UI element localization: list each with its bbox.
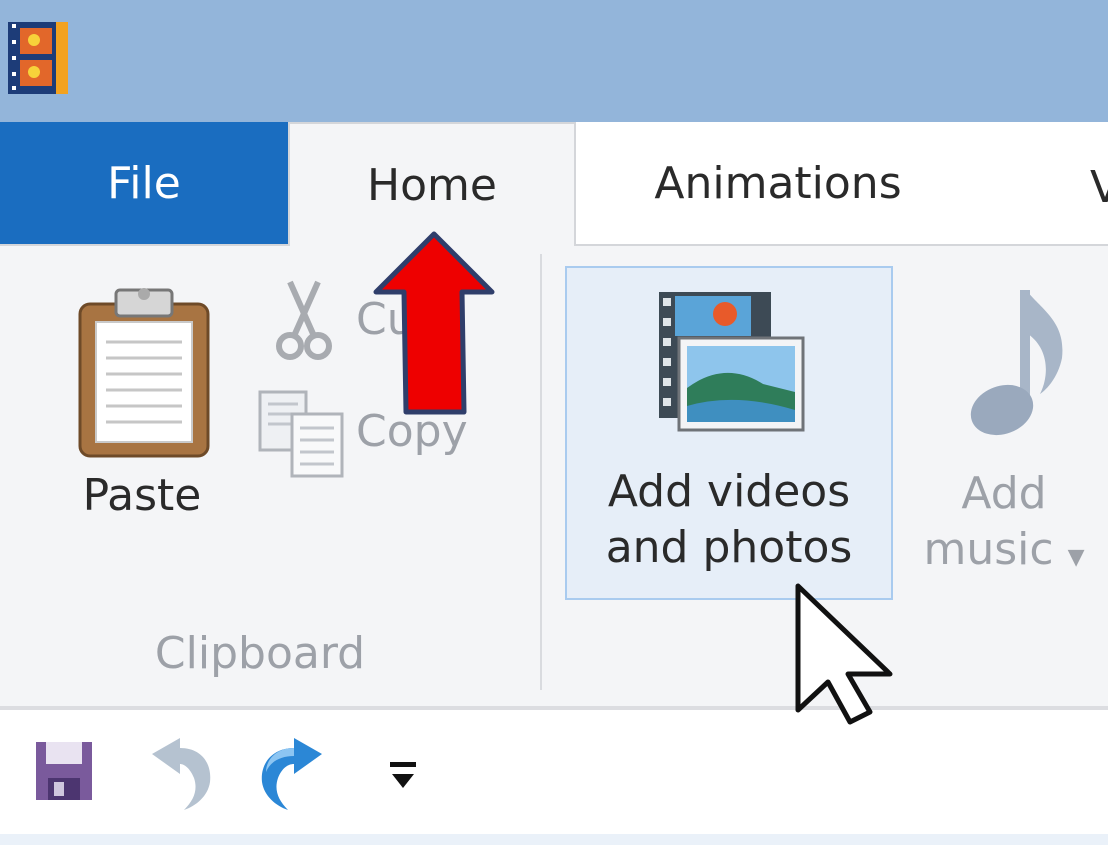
copy-icon bbox=[258, 390, 344, 478]
add-videos-label-line1: Add videos bbox=[607, 466, 851, 517]
tab-animations-label: Animations bbox=[654, 157, 902, 209]
add-music-label-line1: Add bbox=[961, 468, 1047, 519]
copy-label: Copy bbox=[356, 406, 468, 457]
add-music-label-line2: music ▼ bbox=[923, 524, 1085, 575]
add-videos-label-line2: and photos bbox=[605, 522, 853, 573]
music-note-icon bbox=[970, 290, 1063, 436]
tab-animations[interactable]: Animations bbox=[578, 122, 978, 244]
clipboard-group-label: Clipboard bbox=[154, 628, 366, 679]
scissors-icon bbox=[276, 280, 332, 360]
dropdown-caret-icon[interactable]: ▼ bbox=[1068, 545, 1085, 570]
cut-label: Cut bbox=[356, 294, 432, 345]
redo-icon[interactable] bbox=[254, 732, 328, 812]
tab-home[interactable]: Home bbox=[288, 122, 576, 246]
undo-icon[interactable] bbox=[146, 732, 216, 812]
tab-next-partial[interactable]: V bbox=[1090, 162, 1108, 212]
copy-button[interactable]: Copy bbox=[258, 390, 518, 480]
group-divider bbox=[540, 254, 542, 690]
add-videos-label: Add videos and photos bbox=[567, 464, 891, 576]
paste-label: Paste bbox=[82, 470, 202, 521]
movie-maker-icon[interactable] bbox=[4, 20, 74, 96]
customize-toolbar-icon[interactable] bbox=[386, 756, 420, 796]
add-music-label: Add music ▼ bbox=[900, 466, 1108, 586]
tab-file[interactable]: File bbox=[0, 122, 288, 244]
floppy-disk-icon[interactable] bbox=[34, 740, 94, 802]
title-bar bbox=[0, 0, 1108, 122]
add-videos-and-photos-button[interactable]: Add videos and photos bbox=[565, 266, 893, 600]
paste-button[interactable]: Paste bbox=[44, 270, 240, 560]
tab-file-label: File bbox=[107, 157, 181, 209]
film-photo-icon bbox=[659, 292, 805, 432]
bottom-strip bbox=[0, 834, 1108, 845]
add-music-button[interactable]: Add music ▼ bbox=[900, 276, 1108, 596]
tab-next-partial-label: V bbox=[1090, 162, 1108, 212]
cut-button[interactable]: Cut bbox=[262, 276, 522, 360]
clipboard-icon bbox=[78, 288, 210, 458]
tab-home-label: Home bbox=[367, 159, 497, 211]
